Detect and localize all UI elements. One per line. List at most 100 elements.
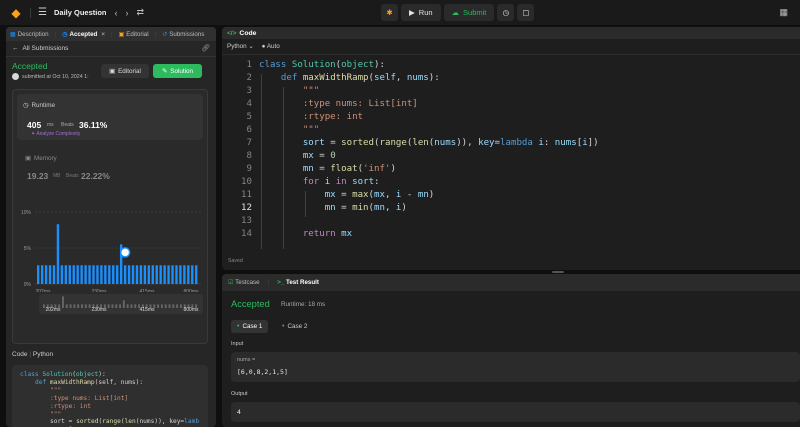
input-value: [6,0,8,2,1,5] [237,368,288,376]
problem-list-icon[interactable]: ☰ [38,7,50,18]
prev-question-icon[interactable]: ‹ [115,8,118,18]
line-number: 2 [246,73,252,83]
terminal-icon: >_ [277,279,285,286]
notes-button[interactable]: ▢ [517,4,535,21]
case-1-tab[interactable]: • Case 1 [231,320,269,333]
book-icon: ▣ [118,31,125,38]
tab-description[interactable]: ▦ Description [10,31,49,38]
line-number: 6 [246,125,252,135]
leetcode-logo-icon[interactable]: ◆ [9,6,23,20]
code-line: def maxWidthRamp(self, nums): [35,378,144,386]
case-2-tab[interactable]: • Case 2 [276,320,313,333]
tab-test-result[interactable]: >_ Test Result [277,279,319,286]
distribution-bar [179,265,182,284]
mini-bar [69,304,72,308]
distribution-bar [104,265,107,284]
mini-bar [179,304,182,308]
tab-editorial[interactable]: ▣ Editorial [119,31,149,38]
output-label: Output [231,391,248,397]
auto-mode[interactable]: ● Auto [262,43,280,50]
result-status: Accepted [231,299,270,309]
line-number: 5 [246,112,252,122]
distribution-bar [127,265,131,284]
timer-button[interactable]: ◷ [497,4,515,21]
submitted-info: submitted at Oct 10, 2024 1: [12,73,89,80]
mini-x-tick-230: 230ms [91,307,107,313]
code-line: sort = sorted(range(len(nums)), key=lamb [50,418,200,426]
range-selector[interactable]: 202ms 230ms 415ms 800ms [39,294,203,314]
runtime-distribution-chart[interactable]: 10% 5% 0% 202ms 230ms 415ms 800ms [13,200,209,292]
distribution-bar [163,265,166,284]
link-icon[interactable]: 🔗︎ [201,44,210,52]
distribution-bar [159,265,162,284]
close-tab-icon[interactable]: × [101,31,105,38]
left-tabs: ▦ Description | ◷ Accepted × | ▣ Editorial |… [6,27,216,41]
runtime-beats-label: Beats [61,122,74,128]
shuffle-icon[interactable]: ⇄ [137,7,145,18]
run-button[interactable]: ▶ Run [401,4,441,21]
performance-card: ◷ Runtime 405 ms Beats 36.11% ✦ Analyze C… [12,89,208,344]
code-line: """ [302,125,320,135]
mini-bar [160,304,163,308]
tab-submissions[interactable]: ↺ Submissions [162,31,204,38]
mini-bar [111,304,114,308]
next-question-icon[interactable]: › [126,8,129,18]
line-number-current: 12 [241,203,252,213]
mini-bar [88,304,91,308]
mini-bar [119,304,121,308]
distribution-bar [37,265,40,284]
language-select[interactable]: Python ⌄ [227,43,254,50]
distribution-bar [135,265,139,284]
distribution-bar [48,265,52,284]
cloud-upload-icon: ☁ [451,8,460,17]
book-icon: ▣ [109,67,116,75]
x-tick-230: 230ms [91,289,107,292]
pass-dot-icon: • [237,323,240,330]
distribution-bar [44,265,48,284]
daily-question-title[interactable]: Daily Question [54,8,107,17]
submit-button[interactable]: ☁ Submit [443,4,495,21]
distribution-bar [52,265,56,284]
mini-bar [126,304,129,308]
mini-x-tick-202: 202ms [45,307,61,313]
mini-bar [73,304,76,308]
mini-bar [122,300,125,308]
solution-button[interactable]: ✎ Solution [153,64,202,78]
code-line: """ [302,86,320,96]
result-runtime: Runtime: 18 ms [281,301,326,308]
distribution-bar [139,265,143,284]
code-line: class Solution(object): [259,60,385,70]
code-editor[interactable]: 1 2 3 4 5 6 7 8 9 10 11 12 13 14 class S… [222,58,800,250]
tab-accepted[interactable]: ◷ Accepted × [62,31,105,38]
editorial-button[interactable]: ▣ Editorial [101,64,149,78]
layout-grid-icon[interactable]: ▦ [779,7,788,18]
code-line: return mx [302,229,353,239]
panel-resize-handle[interactable] [552,271,564,273]
distribution-bar [68,265,71,284]
submission-header: ← All Submissions 🔗︎ [6,41,216,57]
code-line: for i in sort: [302,177,380,187]
debug-button[interactable]: ✱ [381,4,398,21]
distribution-bar [88,265,91,284]
all-submissions-link[interactable]: All Submissions [23,45,69,52]
tab-testcase[interactable]: ☑ Testcase [228,279,260,286]
distribution-bar [123,265,127,284]
back-arrow-icon[interactable]: ← [12,45,19,52]
code-line: :rtype: int [50,402,91,410]
avatar[interactable] [12,73,19,80]
mini-x-tick-415: 415ms [139,307,155,313]
mini-bar [168,304,171,308]
input-box: nums = [6,0,8,2,1,5] [231,352,800,382]
x-tick-800: 800ms [183,289,199,292]
code-editor-panel: </> Code Python ⌄ ● Auto 1 2 3 4 5 6 7 8… [222,27,800,270]
note-icon: ▢ [522,8,530,17]
code-line: :type nums: List[int] [302,99,418,109]
mini-bar [84,304,87,308]
memory-beats-value: 22.22% [81,171,110,181]
edit-icon: ✎ [161,67,168,75]
code-line: :type nums: List[int] [50,394,129,402]
mini-bar [81,304,83,308]
runtime-card[interactable]: ◷ Runtime 405 ms Beats 36.11% ✦ Analyze C… [17,94,203,140]
submitted-code-block[interactable]: class Solution(object): def maxWidthRamp… [12,365,208,427]
analyze-complexity-link[interactable]: ✦ Analyze Complexity [31,131,80,137]
